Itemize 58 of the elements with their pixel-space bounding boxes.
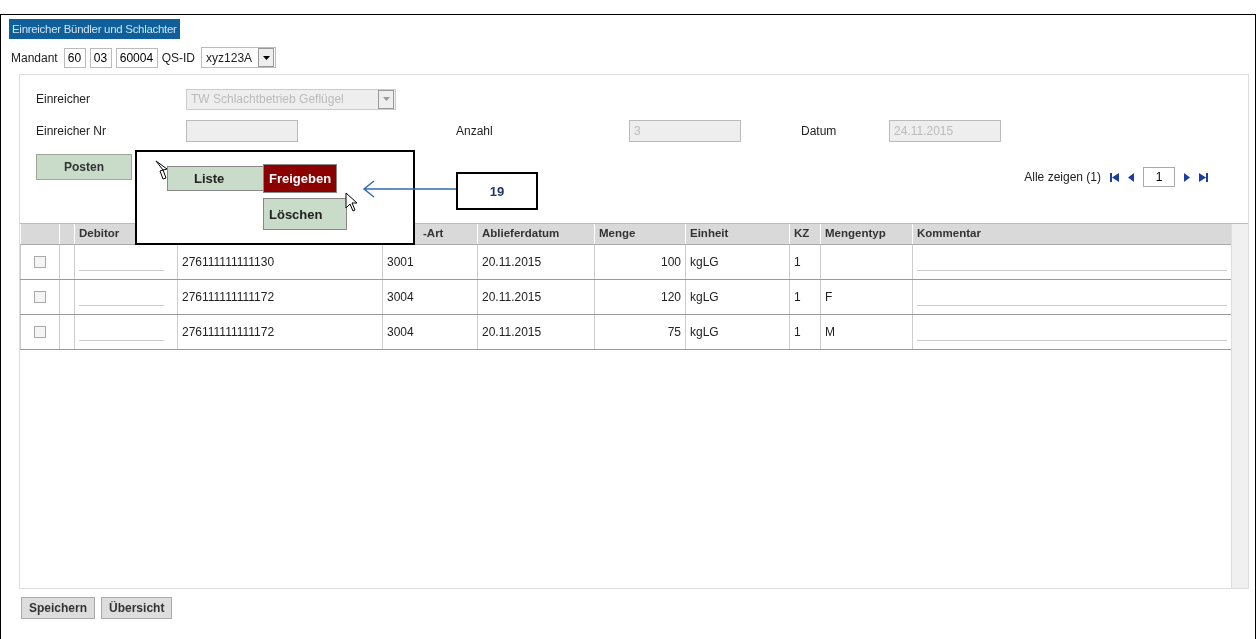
row-checkbox[interactable]	[34, 256, 46, 268]
table-cell-text: 20.11.2015	[482, 324, 542, 341]
table-cell-text: 276111111111172	[182, 289, 275, 306]
einreicher-label: Einreicher	[36, 92, 92, 106]
table-cell-text: kgLG	[690, 324, 719, 341]
table-cell-text: 276111111111172	[182, 324, 275, 341]
caret-icon	[382, 97, 390, 101]
anzahl-label: Anzahl	[456, 124, 494, 138]
qs-id-label: QS-ID	[161, 50, 196, 65]
mandant-label: Mandant	[11, 50, 58, 65]
column-header: KZ	[794, 227, 810, 239]
menu-item[interactable]: Löschen	[263, 198, 347, 230]
table-cell-text: 100	[660, 254, 681, 271]
pointer-icon	[345, 192, 359, 212]
caret-icon	[262, 55, 270, 60]
mandant-field[interactable]: 60004	[115, 47, 158, 68]
table-cell-text: 1	[794, 254, 801, 271]
column-header: Mengentyp	[825, 227, 886, 239]
column-header: Menge	[599, 227, 636, 239]
table-cell-text: 1	[794, 324, 801, 341]
column-header: -Art	[423, 227, 444, 239]
table-cell-text: kgLG	[690, 254, 719, 271]
table-cell-text: 75	[667, 324, 681, 341]
datum-label: Datum	[801, 124, 838, 138]
column-header: Kommentar	[917, 227, 981, 239]
table-cell-text: 120	[660, 289, 681, 306]
row-checkbox[interactable]	[34, 326, 46, 338]
step-number: 19	[456, 172, 538, 210]
page-field[interactable]: 1	[1143, 167, 1175, 187]
table-cell-text: 20.11.2015	[482, 289, 542, 306]
show-all-link[interactable]: Alle zeigen (1)	[1024, 170, 1101, 184]
table-cell-text: 3004	[387, 289, 414, 306]
table-cell-text: 3004	[387, 324, 414, 341]
page-tab[interactable]: Einreicher Bündler und Schlachter	[9, 19, 180, 39]
mandant-field[interactable]: 60	[63, 47, 86, 68]
first-page-icon[interactable]	[1110, 172, 1119, 182]
last-page-icon[interactable]	[1199, 172, 1208, 182]
row-checkbox[interactable]	[34, 291, 46, 303]
next-page-icon[interactable]	[1184, 172, 1190, 182]
table-cell-text: 20.11.2015	[482, 254, 542, 271]
scrollbar[interactable]	[1231, 224, 1248, 588]
footer-button[interactable]: Speichern	[21, 597, 96, 619]
table-cell-text: 276111111111130	[182, 254, 275, 271]
einreicher-nr-label: Einreicher Nr	[36, 124, 108, 138]
posten-button[interactable]: Posten	[36, 154, 132, 180]
column-header: Debitor	[79, 227, 120, 239]
table-cell-text: F	[825, 289, 833, 306]
table-cell-text: 1	[794, 289, 801, 306]
mandant-field[interactable]: 03	[89, 47, 112, 68]
qs-id-dropdown[interactable]: xyz123A	[201, 47, 277, 68]
table-cell-text: M	[825, 324, 835, 341]
previous-page-icon[interactable]	[1128, 172, 1134, 182]
table-cell-text: kgLG	[690, 289, 719, 306]
column-header: Ablieferdatum	[482, 227, 560, 239]
menu-item[interactable]: Freigeben	[263, 164, 338, 193]
footer-button[interactable]: Übersicht	[101, 597, 173, 619]
column-header: Einheit	[690, 227, 729, 239]
table-cell-text: 3001	[387, 254, 414, 271]
